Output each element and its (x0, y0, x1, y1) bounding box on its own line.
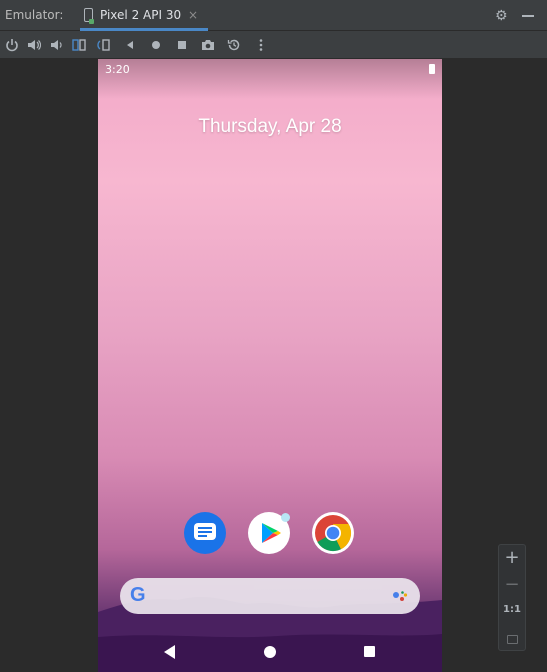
notification-dot (281, 513, 290, 522)
rotate-left-button[interactable] (70, 36, 88, 54)
zoom-panel: + − 1:1 (498, 544, 526, 651)
date-widget[interactable]: Thursday, Apr 28 (98, 116, 442, 138)
close-icon[interactable]: × (188, 8, 198, 22)
volume-up-button[interactable] (25, 36, 43, 54)
gear-icon[interactable]: ⚙ (495, 8, 508, 24)
square-overview-icon (178, 41, 186, 49)
rotate-right-button[interactable] (95, 36, 113, 54)
device-screen[interactable]: 3:20 Thursday, Apr 28 G (98, 59, 442, 672)
power-icon (6, 39, 18, 52)
more-button[interactable] (252, 36, 270, 54)
circle-home-icon (152, 41, 160, 49)
tab-label: Pixel 2 API 30 (100, 8, 182, 22)
snapshot-button[interactable] (225, 36, 243, 54)
overview-button[interactable] (173, 36, 191, 54)
screenshot-button[interactable] (199, 36, 217, 54)
nav-back-icon[interactable] (164, 645, 175, 659)
volume-up-icon (28, 40, 41, 50)
actual-size-button[interactable]: 1:1 (499, 604, 525, 615)
chrome-icon[interactable] (312, 512, 354, 554)
zoom-in-button[interactable]: + (499, 547, 525, 568)
fit-screen-icon (506, 635, 518, 644)
fit-screen-button[interactable] (499, 629, 525, 648)
zoom-out-button[interactable]: − (499, 574, 525, 595)
minimize-icon[interactable] (522, 15, 534, 17)
tab-pixel-2-api-30[interactable]: Pixel 2 API 30 × (80, 0, 208, 31)
rotate-right-icon (97, 39, 110, 51)
play-store-icon[interactable] (248, 512, 290, 554)
nav-home-icon[interactable] (264, 646, 276, 658)
volume-down-button[interactable] (47, 36, 65, 54)
chrome-logo (315, 515, 352, 552)
status-time: 3:20 (105, 63, 130, 76)
home-button[interactable] (147, 36, 165, 54)
navigation-bar (98, 637, 442, 667)
emulator-tab-bar: Emulator: Pixel 2 API 30 × ⚙ (0, 0, 547, 31)
app-dock (98, 512, 442, 558)
device-icon (84, 8, 94, 24)
messages-bubble (194, 523, 216, 540)
battery-icon (429, 64, 435, 74)
google-logo: G (130, 584, 146, 606)
emulator-toolbar (0, 31, 547, 58)
status-bar-shade (98, 59, 442, 99)
messages-icon[interactable] (184, 512, 226, 554)
emulator-label: Emulator: (5, 8, 64, 22)
triangle-back-icon (127, 41, 133, 49)
back-button[interactable] (121, 36, 139, 54)
google-search-bar[interactable]: G (120, 578, 420, 614)
rotate-left-icon (72, 39, 86, 51)
nav-recents-icon[interactable] (364, 646, 375, 657)
more-vertical-icon (259, 39, 263, 51)
camera-icon (202, 40, 214, 50)
power-button[interactable] (3, 36, 21, 54)
assistant-icon[interactable] (392, 590, 408, 604)
volume-down-icon (51, 40, 62, 50)
snapshot-history-icon (227, 39, 240, 51)
